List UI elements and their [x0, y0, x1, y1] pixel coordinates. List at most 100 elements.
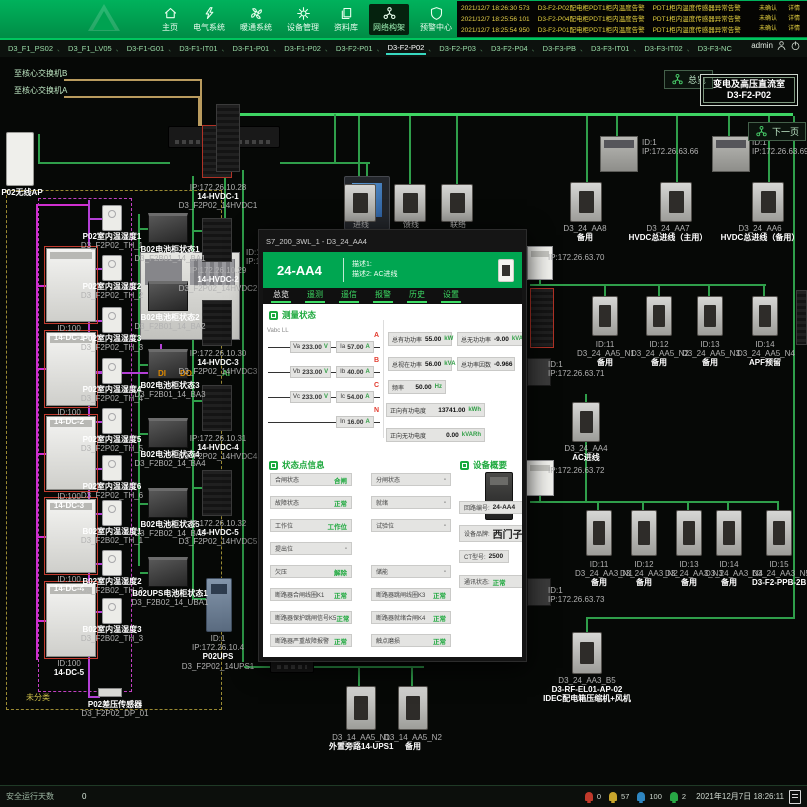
battery-status-2[interactable]	[148, 281, 188, 311]
battery-status-1[interactable]	[148, 213, 188, 243]
sensor-th-1[interactable]	[102, 205, 122, 231]
room-tab-D3-F3-NC[interactable]: D3-F3-NC	[696, 43, 734, 54]
rack-14-hvdc-5[interactable]	[202, 470, 232, 516]
rack-right[interactable]	[530, 288, 554, 348]
alarm-row[interactable]: 2021/12/7 18:25:56 101D3-F2-P04配电柜PDT1柜内…	[461, 14, 805, 25]
nav-item-gear[interactable]: 设备管理	[283, 4, 323, 35]
alarm-bell-icon[interactable]	[609, 792, 617, 801]
room-tab-D3-F1-IT01[interactable]: D3-F1-IT01	[177, 43, 219, 54]
cabinet-14-dc-5[interactable]	[46, 583, 96, 657]
room-tab-D3-F1-G01[interactable]: D3-F1-G01	[125, 43, 167, 54]
battery-status-ups[interactable]	[148, 557, 188, 587]
breaker-aa3-n1[interactable]	[586, 510, 612, 556]
sensor-b02-th-2[interactable]	[102, 550, 122, 576]
alarm-bell-icon[interactable]	[670, 792, 678, 801]
alarm-detail[interactable]: 详情	[785, 4, 803, 14]
room-tab-D3-F2-P04[interactable]: D3-F2-P04	[489, 43, 530, 54]
alarm-detail[interactable]: 详情	[785, 14, 803, 24]
mid-rack[interactable]	[216, 104, 240, 172]
sensor-th-3[interactable]	[102, 307, 122, 333]
alarm-status[interactable]: 未确认	[755, 14, 781, 24]
tab-遥信[interactable]: 遥信	[339, 289, 359, 303]
alarm-detail-column[interactable]: 详情详情详情	[785, 4, 803, 34]
gateway-63-73[interactable]	[527, 578, 551, 606]
battery-status-4[interactable]	[148, 418, 188, 448]
alarm-status[interactable]: 未确认	[755, 24, 781, 34]
room-tab-D3-F2-P02[interactable]: D3-F2-P02	[386, 42, 427, 55]
tab-设置[interactable]: 设置	[441, 289, 461, 303]
ups-p02ups[interactable]	[206, 578, 232, 632]
nav-item-bolt[interactable]: 电气系统	[189, 4, 229, 35]
sensor-th-6[interactable]	[102, 455, 122, 481]
room-tab-D3-F3-IT02[interactable]: D3-F3-IT02	[642, 43, 684, 54]
breaker-aa3-n2[interactable]	[631, 510, 657, 556]
gateway-63-66[interactable]	[600, 136, 638, 172]
breaker-aa8[interactable]	[570, 182, 602, 222]
breaker-aa5-n1[interactable]	[592, 296, 618, 336]
next-page-button[interactable]: 下一页	[748, 122, 806, 141]
breaker-feeder-3[interactable]	[441, 184, 473, 222]
tab-历史[interactable]: 历史	[407, 289, 427, 303]
sensor-th-4[interactable]	[102, 358, 122, 384]
wireless-ap[interactable]	[6, 132, 34, 186]
breaker-feeder-1[interactable]	[344, 184, 376, 222]
breaker-aa5-n3[interactable]	[697, 296, 723, 336]
sensor-th-5[interactable]	[102, 408, 122, 434]
rack-14-hvdc-3[interactable]	[202, 300, 232, 346]
tab-总览[interactable]: 总览	[271, 289, 291, 303]
gateway-63-69[interactable]	[712, 136, 750, 172]
breaker-aa6[interactable]	[752, 182, 784, 222]
tab-报警[interactable]: 报警	[373, 289, 393, 303]
breaker-aa7[interactable]	[660, 182, 692, 222]
gateway-63-72[interactable]	[526, 460, 554, 496]
breaker-14-aa5-n2[interactable]	[398, 686, 428, 730]
rack-14-hvdc-4[interactable]	[202, 385, 232, 431]
alarm-row[interactable]: 2021/12/7 18:25:54 950D3-F2-P01配电柜PDT1柜内…	[461, 25, 805, 36]
alarm-status-column[interactable]: 未确认未确认未确认	[755, 4, 781, 34]
room-tab-D3-F1-P02[interactable]: D3-F1-P02	[282, 43, 323, 54]
room-tab-D3_F1_LV05[interactable]: D3_F1_LV05	[66, 43, 114, 54]
edge-rack[interactable]	[796, 290, 807, 345]
room-tab-D3_F1_PS02[interactable]: D3_F1_PS02	[6, 43, 55, 54]
alarm-row[interactable]: 2021/12/7 18:26:30 573D3-F2-P02配电柜PDT1柜内…	[461, 3, 805, 14]
breaker-aa3-n4[interactable]	[716, 510, 742, 556]
room-tab-D3-F3-IT01[interactable]: D3-F3-IT01	[589, 43, 631, 54]
log-icon[interactable]	[789, 790, 801, 804]
breaker-aa3-n5[interactable]	[766, 510, 792, 556]
alarm-bell-icon[interactable]	[637, 792, 645, 801]
nav-item-home[interactable]: 主页	[158, 4, 182, 35]
breaker-aa4[interactable]	[572, 402, 600, 442]
nav-item-shield[interactable]: 预警中心	[416, 4, 456, 35]
alarm-status[interactable]: 未确认	[755, 4, 781, 14]
cabinet-14-dc-4[interactable]	[46, 499, 96, 573]
breaker-feeder-2[interactable]	[394, 184, 426, 222]
cabinet-14-dc-2[interactable]	[46, 332, 96, 406]
nav-item-fan[interactable]: 暖通系统	[236, 4, 276, 35]
sensor-th-2[interactable]	[102, 255, 122, 281]
nav-item-docs[interactable]: 资料库	[330, 4, 362, 35]
room-tab-D3-F2-P01[interactable]: D3-F2-P01	[334, 43, 375, 54]
tab-遥测[interactable]: 遥测	[305, 289, 325, 303]
nav-item-network[interactable]: 网络构架	[369, 4, 409, 35]
breaker-aa3-n3[interactable]	[676, 510, 702, 556]
room-tab-D3-F2-P03[interactable]: D3-F2-P03	[437, 43, 478, 54]
alarm-bell-icon[interactable]	[585, 792, 593, 801]
sensor-dp[interactable]	[98, 688, 122, 697]
breaker-14-aa5-n1[interactable]	[346, 686, 376, 730]
room-tab-D3-F1-P01[interactable]: D3-F1-P01	[231, 43, 272, 54]
alarm-detail[interactable]: 详情	[785, 24, 803, 34]
room-tab-D3-F3-PB[interactable]: D3-F3-PB	[541, 43, 578, 54]
breaker-aa3-b5[interactable]	[572, 632, 602, 674]
gateway-63-71[interactable]	[527, 358, 551, 386]
sensor-b02-th-1[interactable]	[102, 500, 122, 526]
breaker-aa5-n4[interactable]	[752, 296, 778, 336]
battery-status-5[interactable]	[148, 488, 188, 518]
battery-status-3[interactable]	[148, 349, 188, 379]
cabinet-14-dc-1[interactable]	[46, 248, 96, 322]
gateway-63-70[interactable]	[527, 246, 553, 280]
power-icon[interactable]	[790, 40, 801, 51]
rack-14-hvdc-2[interactable]	[202, 218, 232, 262]
dialog-title[interactable]: S7_200_3WL_1 - D3_24_AA4	[259, 230, 526, 252]
sensor-b02-th-3[interactable]	[102, 598, 122, 624]
cabinet-14-dc-3[interactable]	[46, 416, 96, 490]
